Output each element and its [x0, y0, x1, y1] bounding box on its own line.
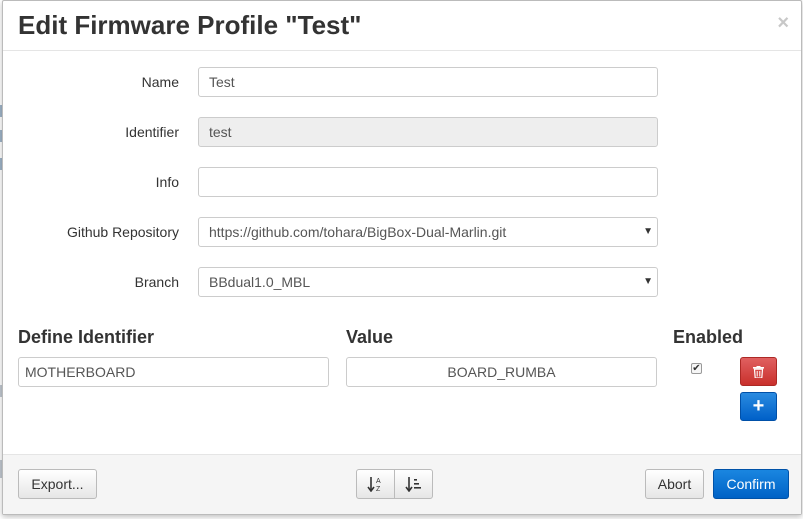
- branch-label: Branch: [134, 274, 179, 290]
- trash-icon: [753, 366, 764, 379]
- repository-label: Github Repository: [66, 224, 179, 240]
- dropdown-arrow-icon: ▼: [643, 226, 653, 237]
- repository-value: https://github.com/tohara/BigBox-Dual-Ma…: [209, 224, 507, 240]
- define-enabled-header: Enabled: [673, 327, 744, 347]
- define-value-input[interactable]: [346, 357, 657, 387]
- sort-order-icon: [404, 477, 421, 493]
- sort-alpha-button[interactable]: A Z: [356, 469, 395, 499]
- define-value-header: Value: [346, 327, 394, 347]
- repository-select[interactable]: https://github.com/tohara/BigBox-Dual-Ma…: [198, 217, 658, 247]
- svg-text:Z: Z: [376, 486, 381, 492]
- define-identifier-input[interactable]: [18, 357, 329, 387]
- define-identifier-header: Define Identifier: [18, 327, 155, 347]
- add-define-button[interactable]: +: [740, 392, 777, 421]
- repository-row: Github Repository https://github.com/toh…: [3, 217, 801, 247]
- name-input[interactable]: [198, 67, 658, 97]
- firmware-profile-dialog: Edit Firmware Profile "Test" × Name Iden…: [2, 0, 802, 515]
- plus-icon: +: [752, 395, 765, 417]
- delete-define-button[interactable]: [740, 357, 777, 386]
- close-icon[interactable]: ×: [777, 11, 789, 35]
- branch-row: Branch BBdual1.0_MBL ▼: [3, 267, 801, 297]
- svg-text:A: A: [376, 478, 381, 485]
- info-row: Info: [3, 167, 801, 197]
- dialog-footer: Export... A Z Abort Confirm: [3, 454, 801, 514]
- branch-value: BBdual1.0_MBL: [209, 274, 311, 290]
- name-label: Name: [141, 74, 179, 90]
- abort-button[interactable]: Abort: [645, 469, 704, 499]
- sort-button-group: A Z: [356, 469, 434, 499]
- info-input[interactable]: [198, 167, 658, 197]
- sort-alpha-icon: A Z: [366, 477, 381, 493]
- dialog-header: Edit Firmware Profile "Test" ×: [3, 1, 801, 51]
- sort-order-button[interactable]: [394, 469, 433, 499]
- name-row: Name: [3, 67, 801, 97]
- export-button[interactable]: Export...: [18, 469, 97, 499]
- dialog-title: Edit Firmware Profile "Test": [18, 10, 362, 40]
- identifier-row: Identifier: [3, 117, 801, 147]
- info-label: Info: [155, 174, 179, 190]
- identifier-input: [198, 117, 658, 147]
- confirm-button[interactable]: Confirm: [713, 469, 789, 499]
- branch-select[interactable]: BBdual1.0_MBL ▼: [198, 267, 658, 297]
- identifier-label: Identifier: [125, 124, 179, 140]
- dropdown-arrow-icon: ▼: [643, 276, 653, 287]
- define-enabled-checkbox[interactable]: ✔: [691, 363, 702, 374]
